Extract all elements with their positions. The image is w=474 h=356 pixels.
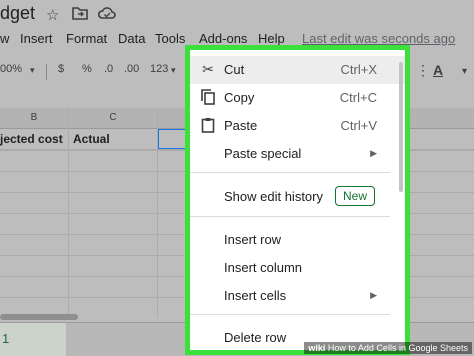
horizontal-scrollbar[interactable] bbox=[0, 314, 78, 320]
clipboard-icon bbox=[200, 117, 216, 133]
number-format-button[interactable]: 123 bbox=[150, 63, 168, 75]
decrease-decimal-button[interactable]: .0 bbox=[104, 63, 113, 75]
menu-divider bbox=[190, 172, 390, 173]
menu-item-cut[interactable]: ✂ Cut Ctrl+X bbox=[190, 56, 405, 84]
watermark-prefix: wiki bbox=[308, 343, 326, 353]
text-color-icon[interactable]: A bbox=[433, 62, 443, 78]
menu-item-paste[interactable]: Paste Ctrl+V bbox=[190, 112, 405, 140]
menu-insert[interactable]: Insert bbox=[20, 31, 53, 46]
shortcut-label: Ctrl+V bbox=[340, 118, 377, 133]
menu-item-label: Paste special bbox=[224, 146, 302, 161]
watermark: wiki How to Add Cells in Google Sheets bbox=[304, 342, 472, 354]
copy-icon bbox=[200, 89, 216, 105]
new-badge: New bbox=[334, 186, 375, 206]
menu-tools[interactable]: Tools bbox=[155, 31, 185, 46]
menu-item-insert-row[interactable]: Insert row bbox=[190, 226, 405, 254]
document-title[interactable]: dget bbox=[0, 3, 35, 24]
chevron-down-icon[interactable]: ▾ bbox=[171, 65, 176, 76]
menu-scrollbar[interactable] bbox=[399, 62, 403, 192]
cell-c1[interactable]: Actual bbox=[73, 129, 153, 149]
increase-decimal-button[interactable]: .00 bbox=[124, 63, 139, 75]
menu-divider bbox=[190, 216, 390, 217]
menu-item-label: Paste bbox=[224, 118, 258, 133]
menu-item-insert-column[interactable]: Insert column bbox=[190, 254, 405, 282]
scissors-icon: ✂ bbox=[202, 61, 214, 77]
menu-item-insert-cells[interactable]: Insert cells ▶ bbox=[190, 282, 405, 310]
menu-item-label: Insert cells bbox=[224, 288, 287, 303]
menu-item-copy[interactable]: Copy Ctrl+C bbox=[190, 84, 405, 112]
column-header-b[interactable]: B bbox=[0, 108, 69, 129]
chevron-down-icon[interactable]: ▾ bbox=[30, 65, 35, 76]
menu-item-label: Delete row bbox=[224, 330, 287, 345]
context-menu: ✂ Cut Ctrl+X Copy Ctrl+C Paste Ctrl+V Pa… bbox=[185, 45, 410, 355]
selected-cell[interactable] bbox=[158, 129, 188, 149]
currency-button[interactable]: $ bbox=[58, 63, 64, 75]
menu-item-show-edit-history[interactable]: Show edit history New bbox=[190, 183, 405, 211]
toolbar-divider bbox=[46, 64, 47, 80]
zoom-select[interactable]: 00% bbox=[0, 63, 22, 75]
shortcut-label: Ctrl+X bbox=[340, 62, 377, 77]
menu-addons[interactable]: Add-ons bbox=[199, 31, 247, 46]
last-edit-link[interactable]: Last edit was seconds ago bbox=[302, 31, 455, 46]
watermark-text: How to Add Cells in Google Sheets bbox=[327, 343, 468, 353]
menu-data[interactable]: Data bbox=[118, 31, 145, 46]
menu-item-label: Copy bbox=[224, 90, 255, 105]
menu-item-label: Show edit history bbox=[224, 189, 323, 204]
submenu-arrow-icon: ▶ bbox=[370, 290, 377, 300]
menu-item-label: Cut bbox=[224, 62, 245, 77]
sheet-tab[interactable]: 1 bbox=[0, 323, 66, 356]
menu-divider bbox=[190, 314, 390, 315]
menu-item-paste-special[interactable]: Paste special ▶ bbox=[190, 140, 405, 168]
move-folder-icon[interactable] bbox=[72, 6, 88, 24]
title-bar: dget ☆ bbox=[0, 0, 474, 30]
percent-button[interactable]: % bbox=[82, 63, 92, 75]
chevron-down-icon[interactable]: ▾ bbox=[462, 66, 467, 77]
star-icon[interactable]: ☆ bbox=[46, 6, 59, 24]
shortcut-label: Ctrl+C bbox=[339, 90, 377, 105]
cell-b1[interactable]: jected cost bbox=[0, 129, 66, 149]
submenu-arrow-icon: ▶ bbox=[370, 148, 377, 158]
menu-view[interactable]: w bbox=[0, 31, 9, 46]
menu-item-label: Insert column bbox=[224, 260, 303, 275]
more-vert-icon[interactable]: ⋮ bbox=[416, 62, 430, 79]
column-header-c[interactable]: C bbox=[69, 108, 158, 129]
menu-format[interactable]: Format bbox=[66, 31, 107, 46]
menu-help[interactable]: Help bbox=[258, 31, 285, 46]
menu-item-label: Insert row bbox=[224, 232, 282, 247]
sheet-tab-label: 1 bbox=[2, 331, 10, 346]
cloud-status-icon[interactable] bbox=[97, 6, 116, 24]
